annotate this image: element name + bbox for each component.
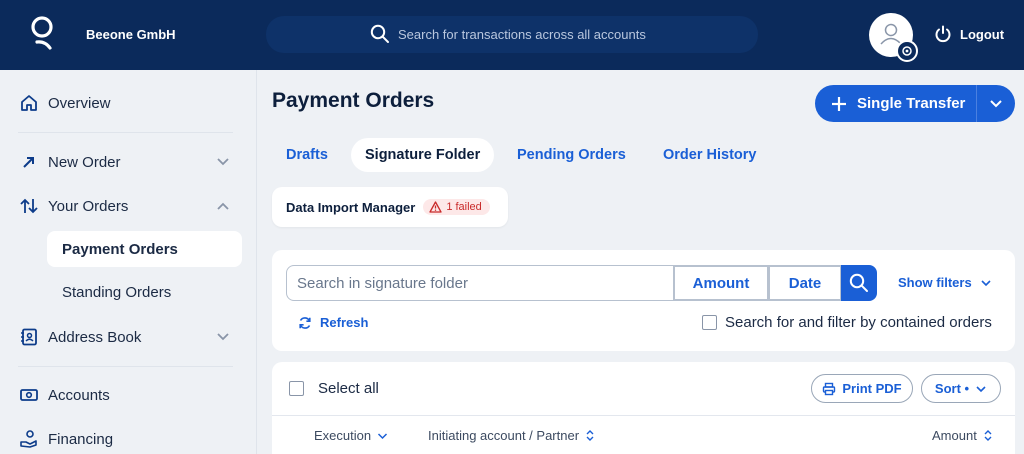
logout-button[interactable]: Logout — [934, 25, 1004, 43]
chevron-down-icon — [976, 385, 986, 392]
amount-filter-button[interactable]: Amount — [673, 265, 769, 301]
search-icon — [849, 273, 868, 292]
search-icon — [370, 24, 389, 43]
print-pdf-button[interactable]: Print PDF — [811, 374, 913, 403]
power-icon — [935, 25, 951, 43]
top-bar: Beeone GmbH Search for transactions acro… — [0, 0, 1024, 70]
sort-button[interactable]: Sort • — [921, 374, 1001, 403]
global-search-placeholder: Search for transactions across all accou… — [398, 27, 646, 42]
home-icon — [18, 92, 40, 114]
sort-icon — [984, 430, 992, 441]
sidebar-item-address-book[interactable]: Address Book — [18, 326, 141, 348]
tab-drafts[interactable]: Drafts — [286, 138, 328, 172]
single-transfer-button[interactable]: Single Transfer — [815, 85, 1015, 122]
column-header-amount[interactable]: Amount — [932, 428, 993, 443]
sidebar-item-label: Payment Orders — [62, 240, 178, 258]
sidebar-item-label: Address Book — [48, 328, 142, 346]
import-manager-label: Data Import Manager — [286, 199, 416, 215]
settings-badge[interactable] — [896, 40, 918, 62]
cash-icon — [18, 384, 40, 406]
status-badge-text: 1 failed — [446, 201, 482, 213]
arrows-up-down-icon — [18, 195, 40, 217]
sidebar-item-accounts[interactable]: Accounts — [18, 384, 110, 406]
filter-panel: Search in signature folder Amount Date S… — [272, 250, 1015, 351]
list-divider — [272, 415, 1015, 416]
chevron-down-icon — [378, 432, 388, 439]
show-filters-button[interactable]: Show filters — [898, 275, 992, 290]
column-header-initiating-account[interactable]: Initiating account / Partner — [428, 428, 595, 443]
column-header-label: Amount — [932, 428, 977, 443]
sidebar-item-label: Overview — [48, 94, 111, 112]
sidebar-divider — [18, 366, 233, 367]
chevron-up-icon[interactable] — [216, 201, 230, 211]
tab-signature-folder[interactable]: Signature Folder — [351, 138, 495, 172]
plus-icon — [832, 96, 846, 111]
sidebar-item-standing-orders[interactable]: Standing Orders — [47, 274, 242, 310]
data-import-manager[interactable]: Data Import Manager 1 failed — [272, 187, 508, 227]
warning-icon — [429, 201, 442, 213]
sidebar-item-your-orders[interactable]: Your Orders — [18, 195, 128, 217]
sort-label: Sort • — [934, 381, 970, 396]
chevron-down-icon — [981, 279, 991, 286]
chevron-down-icon — [990, 99, 1002, 107]
refresh-icon — [299, 316, 311, 329]
sidebar-item-financing[interactable]: Financing — [18, 428, 113, 450]
refresh-button[interactable]: Refresh — [298, 315, 368, 330]
column-header-label: Execution — [314, 428, 372, 443]
chevron-down-icon[interactable] — [216, 157, 230, 167]
select-all-label: Select all — [318, 380, 379, 397]
orders-list: Select all Print PDF Sort • Execution In… — [272, 362, 1015, 454]
sidebar-item-label: New Order — [48, 153, 121, 171]
logout-label: Logout — [960, 26, 1005, 42]
arrow-up-right-icon — [18, 151, 40, 173]
sidebar-item-label: Standing Orders — [62, 283, 172, 301]
show-filters-label: Show filters — [898, 275, 972, 290]
contained-orders-toggle[interactable]: Search for and filter by contained order… — [702, 314, 992, 331]
signature-search-input[interactable]: Search in signature folder — [286, 265, 674, 301]
print-pdf-label: Print PDF — [842, 381, 902, 396]
signature-search-placeholder: Search in signature folder — [297, 274, 468, 292]
company-name: Beeone GmbH — [86, 27, 176, 42]
chevron-down-icon[interactable] — [216, 332, 230, 342]
gear-icon — [902, 46, 912, 56]
address-book-icon — [18, 326, 40, 348]
sidebar-item-label: Accounts — [48, 386, 110, 404]
global-search[interactable]: Search for transactions across all accou… — [266, 16, 758, 53]
hand-coin-icon — [18, 428, 40, 450]
column-header-label: Initiating account / Partner — [428, 428, 580, 443]
contained-orders-checkbox[interactable] — [702, 315, 717, 330]
page-title: Payment Orders — [272, 89, 435, 112]
contained-orders-label: Search for and filter by contained order… — [725, 314, 992, 331]
refresh-label: Refresh — [320, 315, 369, 330]
sidebar-item-payment-orders[interactable]: Payment Orders — [47, 231, 242, 267]
sidebar-item-label: Your Orders — [48, 197, 129, 215]
tab-order-history[interactable]: Order History — [663, 138, 756, 172]
column-header-execution[interactable]: Execution — [314, 428, 388, 443]
tab-pending-orders[interactable]: Pending Orders — [517, 138, 626, 172]
sidebar-divider — [18, 132, 233, 133]
sidebar-item-overview[interactable]: Overview — [18, 92, 111, 114]
sidebar-item-label: Financing — [48, 430, 114, 448]
printer-icon — [823, 382, 836, 395]
select-all-toggle[interactable]: Select all — [289, 380, 379, 397]
single-transfer-main[interactable]: Single Transfer — [815, 85, 977, 122]
avatar[interactable] — [869, 13, 918, 62]
sort-icon — [586, 430, 594, 441]
single-transfer-label: Single Transfer — [857, 95, 966, 112]
sidebar-item-new-order[interactable]: New Order — [18, 151, 121, 173]
status-badge: 1 failed — [423, 199, 490, 215]
search-button[interactable] — [841, 265, 877, 301]
logo-icon[interactable] — [28, 14, 58, 54]
single-transfer-dropdown[interactable] — [977, 99, 1015, 109]
date-filter-button[interactable]: Date — [768, 265, 842, 301]
select-all-checkbox[interactable] — [289, 381, 304, 396]
sidebar: Overview New Order Your Orders Payment O… — [0, 70, 257, 454]
